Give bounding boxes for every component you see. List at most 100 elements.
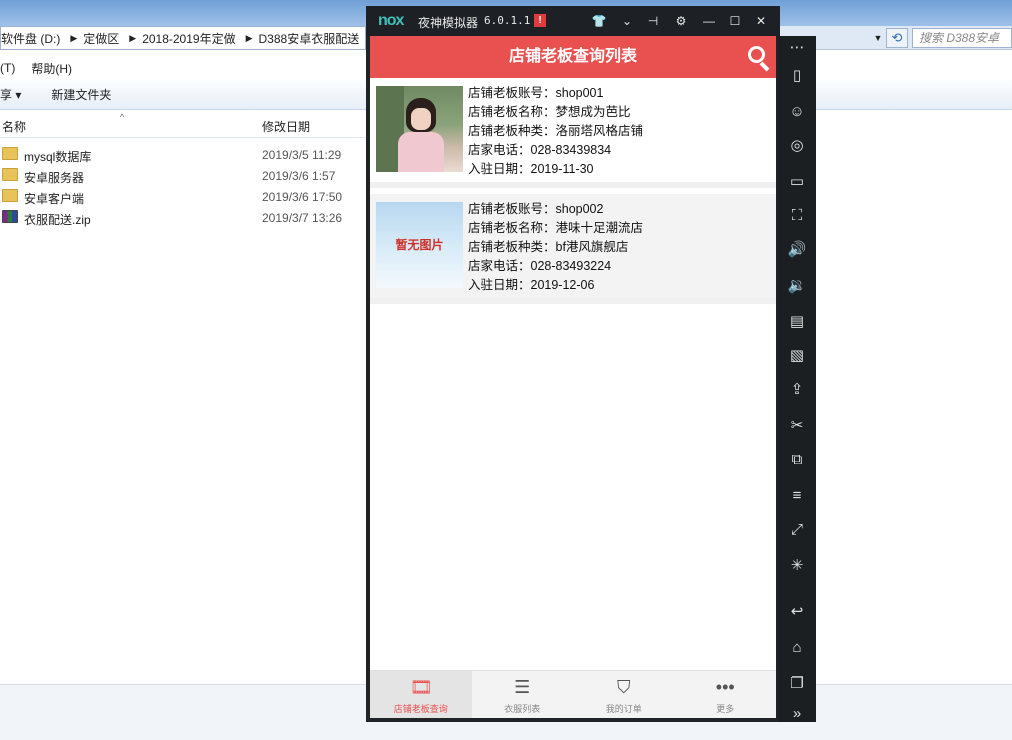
sort-up-icon: ^	[120, 112, 125, 122]
tab-label: 店铺老板查询	[393, 704, 448, 714]
shop-phone: 店家电话：028-83493224	[468, 259, 612, 273]
share-button[interactable]: 享 ▾	[0, 86, 21, 103]
breadcrumb-item-project[interactable]: D388安卓衣服配送	[259, 30, 360, 47]
close-icon[interactable]: ✕	[752, 12, 770, 30]
tab-label: 我的订单	[605, 704, 642, 714]
no-image-placeholder: 暂无图片	[376, 202, 463, 288]
chevron-down-icon[interactable]: ⌄	[618, 12, 636, 30]
file-date: 2019/3/5 11:29	[262, 148, 342, 162]
tab-clothes-list[interactable]: ☰ 衣服列表	[472, 671, 574, 718]
file-date: 2019/3/7 13:26	[262, 211, 343, 225]
volume-down-icon[interactable]: 🔉	[778, 272, 816, 300]
breadcrumb[interactable]: 软件盘 (D:) ▶ 定做区 ▶ 2018-2019年定做 ▶ D388安卓衣服…	[0, 26, 366, 50]
nox-emulator-window: nox 夜神模拟器 6.0.1.1 ! 👕 ⌄ ⊣ ⚙ — ☐ ✕ 店铺老板查询…	[366, 6, 780, 722]
file-row[interactable]: 安卓客户端 2019/3/6 17:50	[0, 186, 366, 207]
stack-icon: ☰	[514, 677, 531, 697]
tab-label: 更多	[716, 704, 735, 714]
breadcrumb-item-drive[interactable]: 软件盘 (D:)	[1, 30, 60, 47]
scissors-icon[interactable]: ✂	[778, 412, 816, 440]
new-folder-button[interactable]: 新建文件夹	[51, 86, 111, 103]
home-icon[interactable]: ⌂	[778, 634, 816, 662]
back-icon[interactable]: ↩	[778, 598, 816, 626]
more-options-icon[interactable]: ⋯	[778, 34, 816, 62]
menu-icon[interactable]: ≡	[778, 482, 816, 510]
shop-card[interactable]: 店铺老板账号：shop001 店铺老板名称：梦想成为芭比 店铺老板种类：洛丽塔风…	[370, 78, 776, 188]
shop-type: 店铺老板种类：洛丽塔风格店铺	[468, 124, 644, 138]
tab-label: 衣服列表	[504, 704, 541, 714]
android-screen: 店铺老板查询列表 店铺老板账号：shop001 店铺老板名称：梦想成为芭比 店铺…	[370, 36, 776, 718]
tab-my-orders[interactable]: ⛉ 我的订单	[573, 671, 675, 718]
file-row[interactable]: mysql数据库 2019/3/5 11:29	[0, 144, 366, 165]
folder-icon	[2, 168, 18, 181]
nox-logo: nox	[378, 12, 404, 29]
expand-icon[interactable]: »	[778, 700, 816, 728]
multi-instance-icon[interactable]: ⧉	[778, 446, 816, 474]
file-list: mysql数据库 2019/3/5 11:29 安卓服务器 2019/3/6 1…	[0, 144, 366, 228]
maximize-icon[interactable]: ☐	[726, 12, 744, 30]
volume-up-icon[interactable]: 🔊	[778, 236, 816, 264]
nox-titlebar[interactable]: nox 夜神模拟器 6.0.1.1 ! 👕 ⌄ ⊣ ⚙ — ☐ ✕	[366, 6, 780, 36]
minimize-icon[interactable]: —	[700, 12, 718, 30]
shop-name: 店铺老板名称：港味十足潮流店	[468, 221, 644, 235]
file-date: 2019/3/6 1:57	[262, 169, 336, 183]
nox-app-name: 夜神模拟器	[418, 16, 479, 30]
file-name: 安卓客户端	[24, 192, 85, 206]
tab-shop-query[interactable]: 🎞 店铺老板查询	[370, 671, 472, 718]
chevron-right-icon: ▶	[245, 32, 253, 43]
bookmark-icon: ⛉	[617, 677, 631, 697]
file-date: 2019/3/6 17:50	[262, 190, 343, 204]
no-image-text: 暂无图片	[395, 238, 444, 252]
folder-icon	[2, 147, 18, 160]
zip-archive-icon	[2, 210, 18, 223]
column-name[interactable]: 名称	[2, 118, 26, 135]
apk-install-icon[interactable]: ⇪	[778, 376, 816, 404]
nox-side-toolbar: ⋯ ▯ ☺ ◎ ▭ ⛶ 🔊 🔉 ▤ ▧ ⇪ ✂ ⧉ ≡ ⤢ ✳ ↩ ⌂ ❐ »	[778, 36, 816, 722]
chevron-right-icon: ▶	[70, 32, 78, 43]
menu-item-help[interactable]: 帮助(H)	[31, 60, 72, 77]
robot-icon[interactable]: ☺	[778, 98, 816, 126]
file-name: 衣服配送.zip	[24, 213, 91, 227]
shop-date: 入驻日期：2019-11-30	[468, 162, 594, 176]
shop-account: 店铺老板账号：shop001	[468, 86, 604, 100]
macro-icon[interactable]: ▧	[778, 342, 816, 370]
column-header: ^ 名称 修改日期	[0, 112, 366, 138]
keyboard-icon[interactable]: ▭	[778, 168, 816, 196]
menu-bar: (T) 帮助(H)	[0, 58, 88, 78]
shirt-icon[interactable]: 👕	[590, 12, 608, 30]
shop-account: 店铺老板账号：shop002	[468, 202, 604, 216]
screenshot-icon[interactable]: ▤	[778, 308, 816, 336]
location-icon[interactable]: ◎	[778, 132, 816, 160]
chevron-down-icon[interactable]: ▼	[870, 33, 886, 43]
link-icon[interactable]: ⤢	[778, 516, 816, 544]
search-input[interactable]: 搜索 D388安卓	[912, 28, 1012, 48]
shop-phone: 店家电话：028-83439834	[468, 143, 612, 157]
menu-item-tools[interactable]: (T)	[0, 61, 15, 75]
film-icon: 🎞	[409, 677, 433, 697]
shop-type: 店铺老板种类：bf港风旗舰店	[468, 240, 629, 254]
pin-icon[interactable]: ⊣	[644, 12, 662, 30]
rotate-icon[interactable]: ▯	[778, 62, 816, 90]
recent-apps-icon[interactable]: ❐	[778, 670, 816, 698]
folder-icon	[2, 189, 18, 202]
breadcrumb-item-year[interactable]: 2018-2019年定做	[142, 30, 235, 47]
file-row[interactable]: 安卓服务器 2019/3/6 1:57	[0, 165, 366, 186]
shake-icon[interactable]: ✳	[778, 552, 816, 580]
shop-name: 店铺老板名称：梦想成为芭比	[468, 105, 631, 119]
fullscreen-icon[interactable]: ⛶	[778, 202, 816, 230]
gear-icon[interactable]: ⚙	[672, 12, 690, 30]
shop-card[interactable]: 暂无图片 店铺老板账号：shop002 店铺老板名称：港味十足潮流店 店铺老板种…	[370, 194, 776, 304]
file-name: mysql数据库	[24, 150, 92, 164]
tab-more[interactable]: ••• 更多	[675, 671, 777, 718]
bottom-nav: 🎞 店铺老板查询 ☰ 衣服列表 ⛉ 我的订单 ••• 更多	[370, 670, 776, 718]
column-date[interactable]: 修改日期	[262, 118, 310, 135]
shop-photo	[376, 86, 463, 172]
file-row[interactable]: 衣服配送.zip 2019/3/7 13:26	[0, 207, 366, 228]
warning-icon[interactable]: !	[534, 14, 546, 27]
file-name: 安卓服务器	[24, 171, 85, 185]
app-header: 店铺老板查询列表	[370, 36, 776, 78]
breadcrumb-item-folder[interactable]: 定做区	[83, 30, 119, 47]
page-title: 店铺老板查询列表	[508, 48, 637, 65]
refresh-icon[interactable]: ⟲	[886, 28, 908, 48]
more-icon: •••	[715, 677, 735, 697]
search-icon[interactable]	[744, 44, 772, 72]
